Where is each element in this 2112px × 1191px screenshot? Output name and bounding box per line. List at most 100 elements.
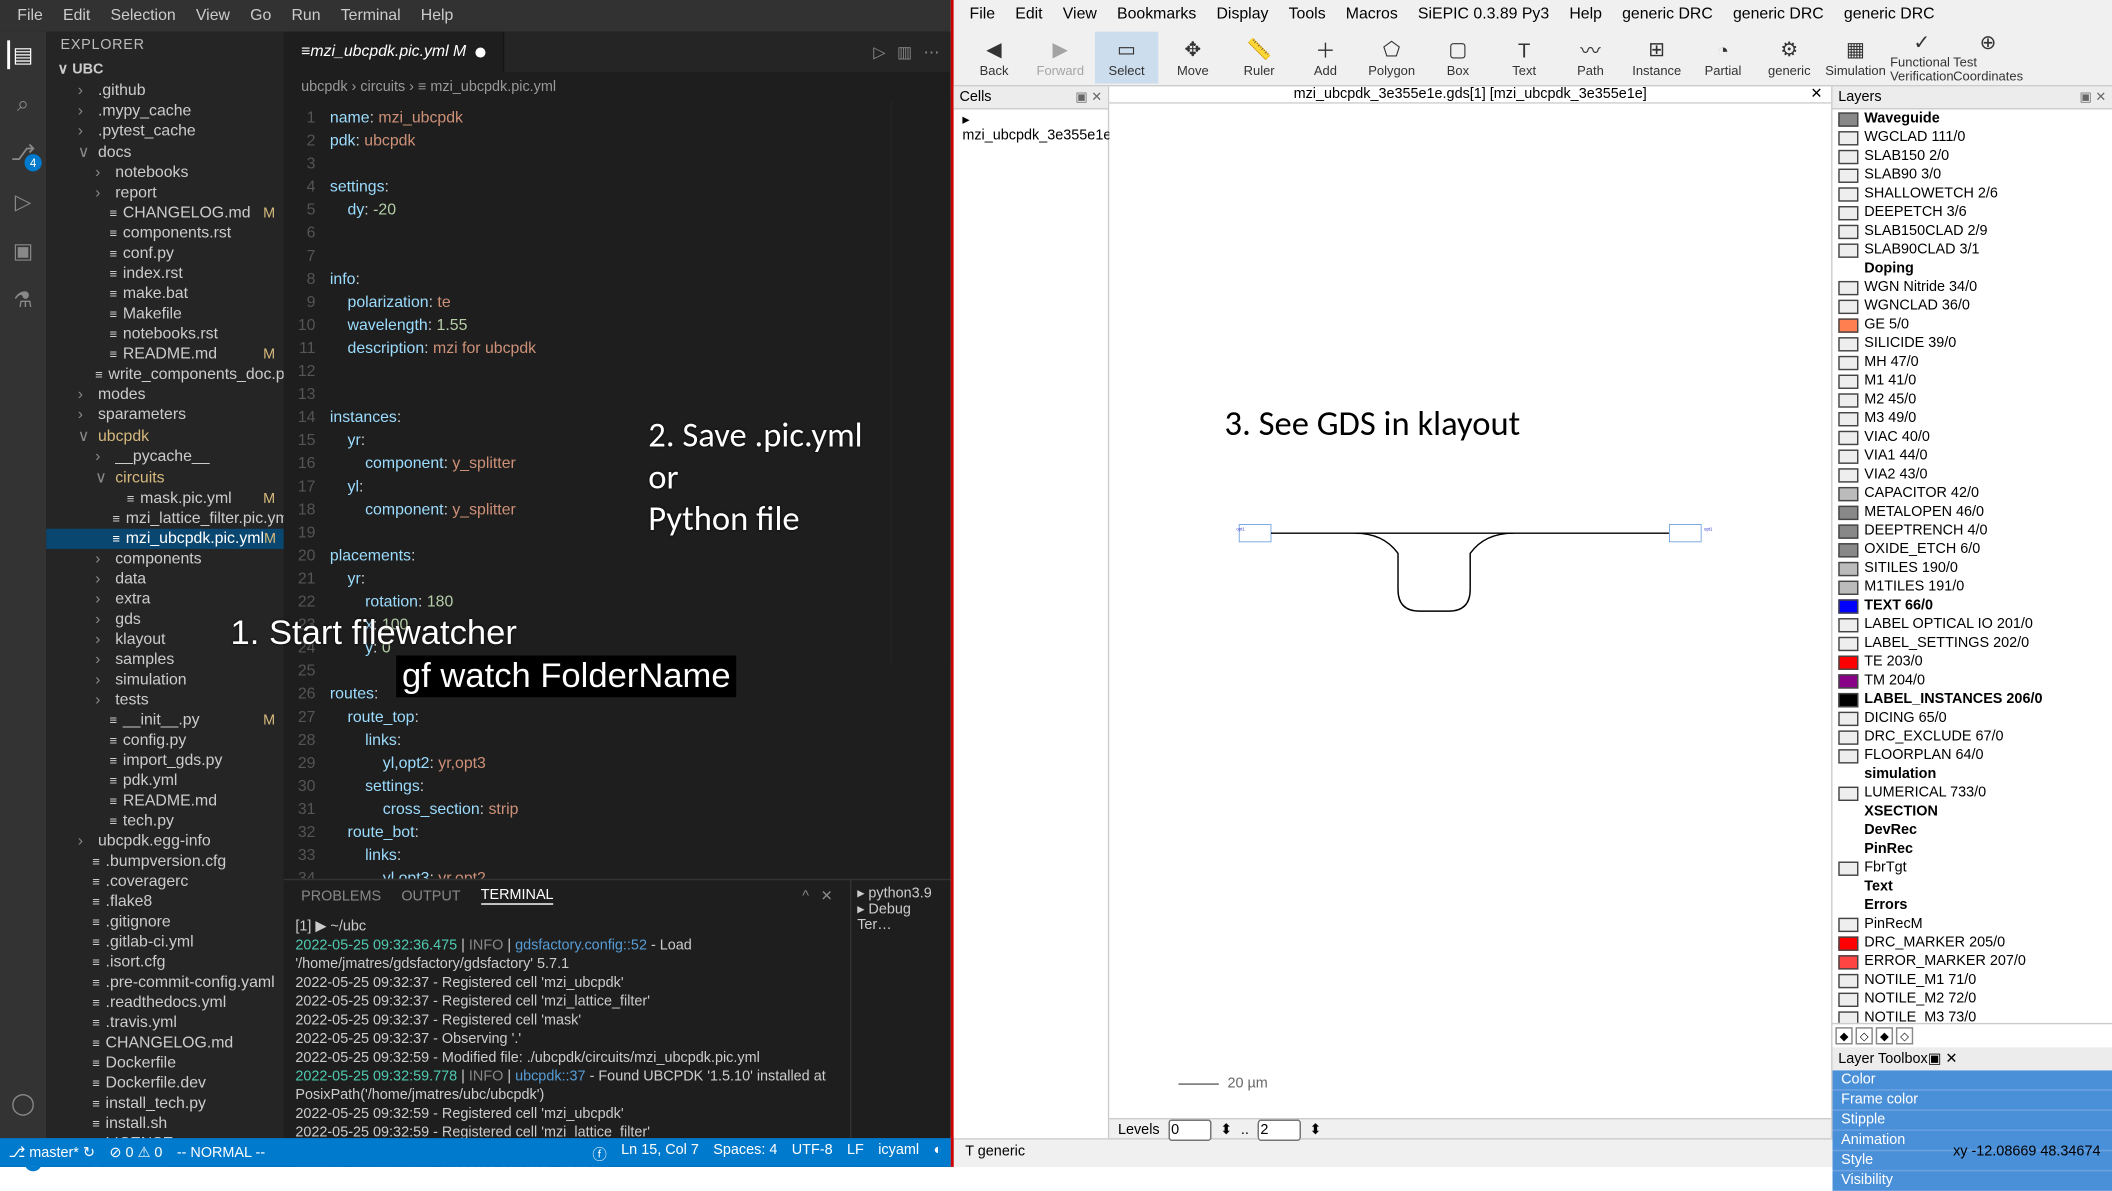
layer-row[interactable]: VIAC 40/0	[1833, 428, 2112, 447]
layer-row[interactable]: SLAB90CLAD 3/1	[1833, 241, 2112, 260]
file-tech-py[interactable]: ≡tech.py	[46, 811, 284, 831]
menu-go[interactable]: Go	[241, 7, 279, 24]
layout-canvas[interactable]: opt1 opt1 20 µm	[1109, 104, 1831, 1119]
layer-row[interactable]: simulation	[1833, 765, 2112, 784]
layer-row[interactable]: SILICIDE 39/0	[1833, 334, 2112, 353]
source-control-icon[interactable]: ⎇4	[9, 138, 38, 167]
layer-row[interactable]: TM 204/0	[1833, 671, 2112, 690]
file-mask-pic-yml[interactable]: ≡mask.pic.ymlM	[46, 488, 284, 508]
file--coveragerc[interactable]: ≡.coveragerc	[46, 872, 284, 892]
layer-row[interactable]: SLAB150CLAD 2/9	[1833, 222, 2112, 241]
file--gitlab-ci-yml[interactable]: ≡.gitlab-ci.yml	[46, 932, 284, 952]
test-icon[interactable]: ⚗	[9, 285, 38, 314]
tool-ruler[interactable]: 📏Ruler	[1227, 31, 1290, 83]
panel-maximize-icon[interactable]: ^	[802, 888, 809, 904]
status-item[interactable]: ⊘ 0 ⚠ 0	[109, 1145, 162, 1161]
folder-ubcpdk[interactable]: ∨ubcpdk	[46, 425, 284, 447]
folder-extra[interactable]: ›extra	[46, 589, 284, 609]
layers-controls-icon[interactable]: ▣ ✕	[2080, 89, 2107, 105]
file-CHANGELOG-md[interactable]: ≡CHANGELOG.md	[46, 1033, 284, 1053]
status-item[interactable]: ⎇ master* ↻	[9, 1145, 95, 1161]
layer-row[interactable]: DICING 65/0	[1833, 709, 2112, 728]
layer-row[interactable]: MH 47/0	[1833, 353, 2112, 372]
file-README-md[interactable]: ≡README.mdM	[46, 344, 284, 364]
cells-controls-icon[interactable]: ▣ ✕	[1075, 89, 1102, 105]
folder--mypy_cache[interactable]: ›.mypy_cache	[46, 101, 284, 121]
toolbox-frame-color[interactable]: Frame color	[1833, 1091, 2112, 1111]
layer-row[interactable]: LABEL_INSTANCES 206/0	[1833, 690, 2112, 709]
layer-row[interactable]: DEEPTRENCH 4/0	[1833, 522, 2112, 541]
file-make-bat[interactable]: ≡make.bat	[46, 284, 284, 304]
toolbox-stipple[interactable]: Stipple	[1833, 1111, 2112, 1131]
layer-row[interactable]: NOTILE_M1 71/0	[1833, 971, 2112, 990]
levels-from-input[interactable]	[1168, 1120, 1211, 1142]
folder-tests[interactable]: ›tests	[46, 690, 284, 710]
status-item[interactable]: -- NORMAL --	[177, 1145, 265, 1161]
workspace-root[interactable]: ∨ UBC	[46, 59, 284, 81]
layer-row[interactable]: DRC_EXCLUDE 67/0	[1833, 728, 2112, 747]
folder--pytest_cache[interactable]: ›.pytest_cache	[46, 121, 284, 141]
terminal-instance[interactable]: ▸ Debug Ter…	[857, 902, 945, 934]
tool-partial[interactable]: ◔Partial	[1691, 31, 1754, 83]
tool-forward[interactable]: ▶Forward	[1029, 31, 1092, 83]
layer-row[interactable]: DevRec	[1833, 821, 2112, 840]
status-item[interactable]: LF	[847, 1142, 864, 1164]
folder-report[interactable]: ›report	[46, 183, 284, 203]
file-notebooks-rst[interactable]: ≡notebooks.rst	[46, 324, 284, 344]
layer-row[interactable]: WGNCLAD 36/0	[1833, 297, 2112, 316]
file-Makefile[interactable]: ≡Makefile	[46, 304, 284, 324]
split-icon[interactable]: ▥	[897, 42, 912, 61]
kl-menu-item[interactable]: File	[962, 6, 1002, 23]
file-conf-py[interactable]: ≡conf.py	[46, 243, 284, 263]
layer-row[interactable]: M2 45/0	[1833, 390, 2112, 409]
layer-row[interactable]: VIA2 43/0	[1833, 465, 2112, 484]
minimap[interactable]	[890, 101, 951, 663]
panel-close-icon[interactable]: ✕	[821, 888, 833, 904]
layer-row[interactable]: FLOORPLAN 64/0	[1833, 746, 2112, 765]
tool-functional[interactable]: ✓FunctionalVerification	[1890, 31, 1953, 83]
layer-row[interactable]: DEEPETCH 3/6	[1833, 203, 2112, 222]
cell-item[interactable]: ▸ mzi_ubcpdk_3e355e1e	[954, 109, 1108, 146]
search-icon[interactable]: ⌕	[9, 89, 38, 118]
folder-gds[interactable]: ›gds	[46, 609, 284, 629]
folder-docs[interactable]: ∨docs	[46, 141, 284, 163]
file-pdk-yml[interactable]: ≡pdk.yml	[46, 771, 284, 791]
layer-row[interactable]: PinRecM	[1833, 915, 2112, 934]
file--isort-cfg[interactable]: ≡.isort.cfg	[46, 952, 284, 972]
layer-row[interactable]: TE 203/0	[1833, 653, 2112, 672]
levels-stepper-icon[interactable]: ⬍	[1309, 1123, 1321, 1139]
levels-stepper-icon[interactable]: ⬍	[1220, 1123, 1232, 1139]
kl-menu-item[interactable]: Bookmarks	[1110, 6, 1204, 23]
kl-menu-item[interactable]: SiEPIC 0.3.89 Py3	[1411, 6, 1557, 23]
layer-row[interactable]: WGCLAD 111/0	[1833, 128, 2112, 147]
file-Dockerfile-dev[interactable]: ≡Dockerfile.dev	[46, 1073, 284, 1093]
layer-row[interactable]: CAPACITOR 42/0	[1833, 484, 2112, 503]
layer-row[interactable]: VIA1 44/0	[1833, 447, 2112, 466]
tool-select[interactable]: ▭Select	[1095, 31, 1158, 83]
menu-view[interactable]: View	[187, 7, 238, 24]
layer-row[interactable]: WGN Nitride 34/0	[1833, 278, 2112, 297]
layout-tab[interactable]: mzi_ubcpdk_3e355e1e.gds[1] [mzi_ubcpdk_3…	[1109, 86, 1831, 103]
file-install_tech-py[interactable]: ≡install_tech.py	[46, 1093, 284, 1113]
file-CHANGELOG-md[interactable]: ≡CHANGELOG.mdM	[46, 203, 284, 223]
account-icon[interactable]: ◯	[9, 1089, 38, 1118]
layer-row[interactable]: PinRec	[1833, 840, 2112, 859]
status-item[interactable]: icyaml	[878, 1142, 919, 1164]
folder-notebooks[interactable]: ›notebooks	[46, 163, 284, 183]
layer-row[interactable]: Waveguide	[1833, 109, 2112, 128]
tool-add[interactable]: ＋Add	[1294, 31, 1357, 83]
file--readthedocs-yml[interactable]: ≡.readthedocs.yml	[46, 993, 284, 1013]
tool-back[interactable]: ◀Back	[962, 31, 1025, 83]
layer-row[interactable]: Errors	[1833, 896, 2112, 915]
layer-row[interactable]: LABEL_SETTINGS 202/0	[1833, 634, 2112, 653]
tool-text[interactable]: TText	[1493, 31, 1556, 83]
file-write_components_doc-py[interactable]: ≡write_components_doc.py	[46, 364, 284, 384]
layer-row[interactable]: Doping	[1833, 259, 2112, 278]
file-components-rst[interactable]: ≡components.rst	[46, 223, 284, 243]
tool-box[interactable]: ▢Box	[1426, 31, 1489, 83]
tool-test[interactable]: ⊕TestCoordinates	[1956, 31, 2019, 83]
menu-edit[interactable]: Edit	[54, 7, 99, 24]
layer-row[interactable]: METALOPEN 46/0	[1833, 503, 2112, 522]
file-import_gds-py[interactable]: ≡import_gds.py	[46, 751, 284, 771]
tb-btn[interactable]: ◇	[1856, 1027, 1873, 1044]
